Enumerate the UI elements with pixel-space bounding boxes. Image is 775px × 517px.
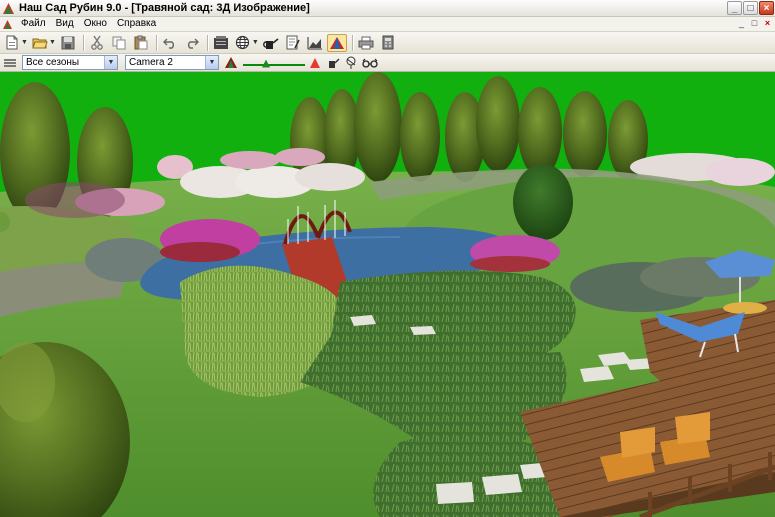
menu-view[interactable]: Вид	[51, 17, 79, 31]
camera-select-value: Camera 2	[129, 57, 173, 68]
document-icon[interactable]	[2, 19, 13, 30]
calculator-icon[interactable]	[378, 34, 398, 52]
chevron-down-icon[interactable]: ▼	[205, 56, 218, 69]
menu-bar: Файл Вид Окно Справка _ □ ×	[0, 17, 775, 32]
season-select-value: Все сезоны	[26, 57, 80, 68]
pine-tree	[513, 164, 573, 240]
maximize-button[interactable]: □	[743, 1, 758, 15]
undo-icon[interactable]	[160, 34, 180, 52]
camera-select[interactable]: Camera 2 ▼	[125, 55, 219, 70]
glasses-icon[interactable]	[361, 54, 379, 72]
layers-icon[interactable]	[2, 54, 18, 72]
open-folder-icon[interactable]	[30, 34, 50, 52]
save-icon[interactable]	[58, 34, 78, 52]
season-select[interactable]: Все сезоны ▼	[22, 55, 118, 70]
doc-close-button[interactable]: ×	[762, 18, 773, 29]
garden-scene	[0, 72, 775, 517]
close-button[interactable]: ×	[759, 1, 774, 15]
menu-file[interactable]: Файл	[16, 17, 51, 31]
paste-icon[interactable]	[131, 34, 151, 52]
redo-icon[interactable]	[182, 34, 202, 52]
chevron-down-icon[interactable]: ▼	[49, 39, 56, 46]
3d-view-icon[interactable]	[326, 33, 347, 52]
print-icon[interactable]	[356, 34, 376, 52]
window-title: Наш Сад Рубин 9.0 - [Травяной сад: 3Д Из…	[19, 2, 310, 14]
menu-window[interactable]: Окно	[79, 17, 112, 31]
chevron-down-icon[interactable]: ▼	[21, 39, 28, 46]
app-logo-icon	[2, 2, 15, 15]
light-bright-icon	[307, 54, 323, 72]
plant-catalog-icon[interactable]	[211, 34, 231, 52]
view-toolbar: Все сезоны ▼ Camera 2 ▼	[0, 54, 775, 72]
light-slider-track	[243, 63, 305, 66]
new-document-icon[interactable]	[2, 34, 22, 52]
tree-icon[interactable]	[343, 54, 359, 72]
main-toolbar: ▼ ▼ ▼	[0, 32, 775, 54]
chevron-down-icon[interactable]: ▼	[104, 56, 117, 69]
cut-icon[interactable]	[87, 34, 107, 52]
chart-icon[interactable]	[305, 34, 325, 52]
3d-garden-view[interactable]	[0, 72, 775, 517]
doc-minimize-button[interactable]: _	[736, 18, 747, 29]
menu-help[interactable]: Справка	[112, 17, 161, 31]
minimize-button[interactable]: _	[727, 1, 742, 15]
title-bar[interactable]: Наш Сад Рубин 9.0 - [Травяной сад: 3Д Из…	[0, 0, 775, 17]
toolbar-divider	[351, 34, 353, 51]
toolbar-divider	[82, 34, 84, 51]
notes-icon[interactable]	[283, 34, 303, 52]
app-window: Наш Сад Рубин 9.0 - [Травяной сад: 3Д Из…	[0, 0, 775, 517]
globe-icon[interactable]	[233, 34, 253, 52]
watering-can-icon[interactable]	[261, 34, 281, 52]
watering-can-view-icon[interactable]	[325, 54, 341, 72]
light-slider[interactable]	[243, 56, 305, 70]
toolbar-divider	[155, 34, 157, 51]
copy-icon[interactable]	[109, 34, 129, 52]
toolbar-divider	[206, 34, 208, 51]
chevron-down-icon[interactable]: ▼	[252, 39, 259, 46]
doc-restore-button[interactable]: □	[749, 18, 760, 29]
light-dim-icon	[223, 54, 239, 72]
